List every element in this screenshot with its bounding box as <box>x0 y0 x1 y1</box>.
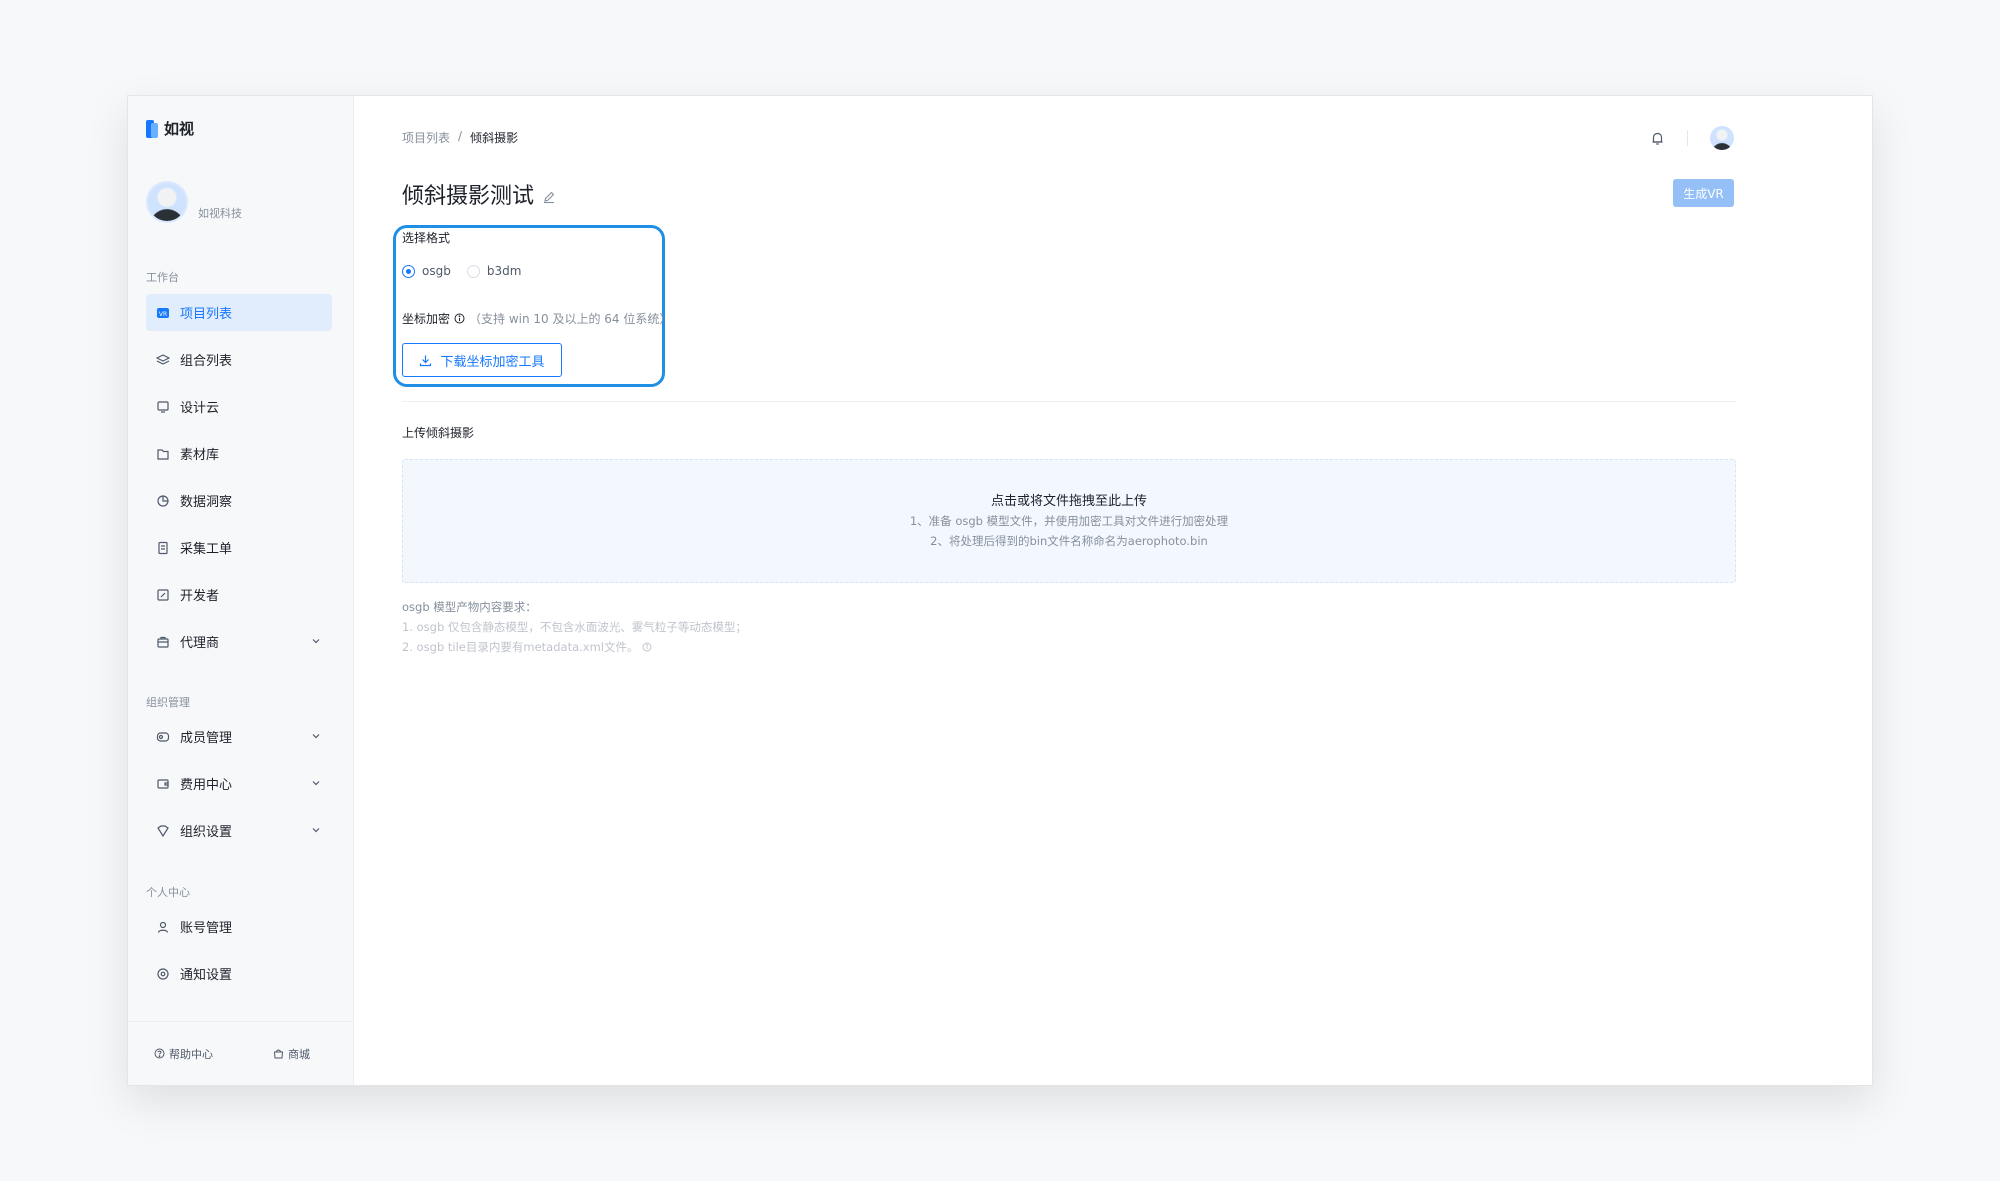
logo-icon <box>146 119 158 138</box>
encrypt-row: 坐标加密 （支持 win 10 及以上的 64 位系统） <box>402 310 671 327</box>
wallet-icon <box>156 777 170 791</box>
download-icon <box>420 355 432 366</box>
sidebar-item-design-cloud[interactable]: 设计云 <box>146 388 332 425</box>
section-label-workbench: 工作台 <box>146 271 179 284</box>
sidebar-item-org-settings[interactable]: 组织设置 <box>146 812 332 849</box>
sidebar-item-insights[interactable]: 数据洞察 <box>146 482 332 519</box>
document-icon <box>156 541 170 555</box>
sidebar-item-label: 开发者 <box>180 589 220 604</box>
requirements-line-1: 1. osgb 仅包含静态模型，不包含水面波光、雾气粒子等动态模型； <box>402 620 747 634</box>
settings-icon <box>156 967 170 981</box>
chevron-down-icon[interactable] <box>310 635 322 647</box>
breadcrumb-parent[interactable]: 项目列表 <box>402 129 450 146</box>
breadcrumb: 项目列表 / 倾斜摄影 <box>402 129 518 146</box>
app-window: 如视 如视科技 工作台 VR 项目列表 组合列表 设计云 素材库 数据洞察 采集… <box>127 95 1873 1086</box>
sidebar-item-label: 费用中心 <box>180 778 233 793</box>
sidebar-item-label: 设计云 <box>180 401 220 416</box>
code-icon <box>156 588 170 602</box>
upload-dropzone[interactable]: 点击或将文件拖拽至此上传 1、准备 osgb 模型文件，并使用加密工具对文件进行… <box>402 459 1736 583</box>
chevron-down-icon[interactable] <box>310 730 322 742</box>
sidebar-item-label: 项目列表 <box>180 307 233 322</box>
sidebar-item-billing[interactable]: 费用中心 <box>146 765 332 802</box>
main-content: 项目列表 / 倾斜摄影 倾斜摄影测试 生成VR 选择格式 osgb b3dm 坐… <box>354 96 1872 1085</box>
org-name: 如视科技 <box>198 207 242 220</box>
requirements: osgb 模型产物内容要求： 1. osgb 仅包含静态模型，不包含水面波光、雾… <box>402 597 747 657</box>
shield-icon <box>156 824 170 838</box>
shop-icon <box>273 1049 284 1059</box>
section-label-personal: 个人中心 <box>146 886 190 899</box>
info-icon[interactable] <box>642 642 652 652</box>
bell-icon[interactable] <box>1650 131 1665 146</box>
nav-workbench: VR 项目列表 组合列表 设计云 素材库 数据洞察 采集工单 开发者 代理商 <box>146 294 332 670</box>
upload-step-1: 1、准备 osgb 模型文件，并使用加密工具对文件进行加密处理 <box>909 514 1229 528</box>
header-divider <box>1687 130 1688 146</box>
upload-title: 点击或将文件拖拽至此上传 <box>990 494 1147 509</box>
help-center-link[interactable]: 帮助中心 <box>154 1046 213 1062</box>
section-label-org: 组织管理 <box>146 696 190 709</box>
pie-chart-icon <box>156 494 170 508</box>
sidebar-item-members[interactable]: 成员管理 <box>146 718 332 755</box>
avatar[interactable] <box>146 181 188 223</box>
radio-unchecked[interactable] <box>466 264 480 278</box>
page-title: 倾斜摄影测试 <box>402 178 556 210</box>
vr-icon: VR <box>156 306 170 320</box>
sidebar: 如视 如视科技 工作台 VR 项目列表 组合列表 设计云 素材库 数据洞察 采集… <box>128 96 354 1085</box>
requirements-line-2: 2. osgb tile目录内要有metadata.xml文件。 <box>402 637 747 657</box>
sidebar-item-label: 代理商 <box>180 636 220 651</box>
sidebar-item-orders[interactable]: 采集工单 <box>146 529 332 566</box>
members-icon <box>156 730 170 744</box>
radio-osgb[interactable]: osgb <box>402 264 451 278</box>
user-block: 如视科技 <box>146 181 242 223</box>
monitor-icon <box>156 400 170 414</box>
info-icon[interactable] <box>454 313 465 324</box>
encrypt-hint: （支持 win 10 及以上的 64 位系统） <box>469 312 672 326</box>
sidebar-item-agents[interactable]: 代理商 <box>146 623 332 660</box>
edit-icon[interactable] <box>542 190 556 204</box>
generate-vr-button[interactable]: 生成VR <box>1673 179 1734 207</box>
nav-personal: 账号管理 通知设置 <box>146 908 332 1002</box>
sidebar-item-label: 成员管理 <box>180 731 233 746</box>
sidebar-item-label: 账号管理 <box>180 921 233 936</box>
brand-logo[interactable]: 如视 <box>146 118 194 139</box>
svg-text:VR: VR <box>159 311 167 318</box>
chevron-down-icon[interactable] <box>310 777 322 789</box>
sidebar-item-combos[interactable]: 组合列表 <box>146 341 332 378</box>
sidebar-item-account[interactable]: 账号管理 <box>146 908 332 945</box>
layers-icon <box>156 353 170 367</box>
sidebar-item-materials[interactable]: 素材库 <box>146 435 332 472</box>
download-encrypt-tool-button[interactable]: 下载坐标加密工具 <box>402 343 562 377</box>
radio-b3dm[interactable]: b3dm <box>466 264 521 278</box>
nav-org: 成员管理 费用中心 组织设置 <box>146 718 332 859</box>
folder-icon <box>156 447 170 461</box>
requirements-head: osgb 模型产物内容要求： <box>402 600 537 614</box>
sidebar-item-developer[interactable]: 开发者 <box>146 576 332 613</box>
avatar[interactable] <box>1710 126 1734 150</box>
sidebar-item-label: 数据洞察 <box>180 495 233 510</box>
radio-checked[interactable] <box>402 264 415 278</box>
user-icon <box>156 920 170 934</box>
sidebar-item-label: 组合列表 <box>180 354 233 369</box>
breadcrumb-separator: / <box>458 129 463 143</box>
sidebar-item-projects[interactable]: VR 项目列表 <box>146 294 332 331</box>
header-actions <box>1650 126 1734 150</box>
sidebar-footer: 帮助中心 商城 <box>128 1021 353 1085</box>
sidebar-item-label: 通知设置 <box>180 968 233 983</box>
shop-link[interactable]: 商城 <box>273 1046 310 1062</box>
upload-step-2: 2、将处理后得到的bin文件名称命名为aerophoto.bin <box>930 534 1208 548</box>
upload-label: 上传倾斜摄影 <box>402 426 475 440</box>
sidebar-item-label: 素材库 <box>180 448 220 463</box>
divider <box>402 401 1736 402</box>
briefcase-icon <box>156 635 170 649</box>
breadcrumb-current: 倾斜摄影 <box>470 131 519 145</box>
brand-name: 如视 <box>164 120 195 138</box>
sidebar-item-notifications[interactable]: 通知设置 <box>146 955 332 992</box>
encrypt-label: 坐标加密 <box>402 312 451 326</box>
help-icon <box>154 1048 165 1059</box>
format-radio-group: osgb b3dm <box>402 264 521 278</box>
sidebar-item-label: 组织设置 <box>180 825 233 840</box>
chevron-down-icon[interactable] <box>310 824 322 836</box>
format-label: 选择格式 <box>402 231 451 245</box>
sidebar-item-label: 采集工单 <box>180 542 233 557</box>
